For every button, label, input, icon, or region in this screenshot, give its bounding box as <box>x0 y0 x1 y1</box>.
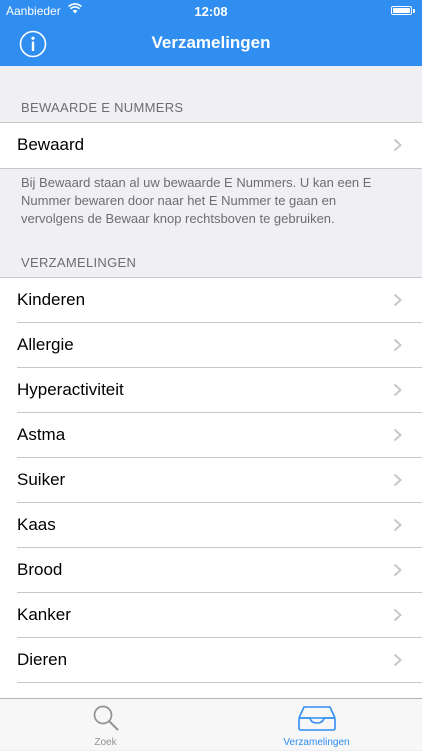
collection-item[interactable]: Kanker <box>0 593 422 638</box>
section-header-saved: BEWAARDE E NUMMERS <box>21 100 184 115</box>
chevron-right-icon <box>393 518 402 532</box>
chevron-right-icon <box>393 473 402 487</box>
collection-item[interactable]: Suiker <box>0 458 422 503</box>
collections-group: Kinderen Allergie Hyperactiviteit Astma Suik… <box>0 277 422 698</box>
chevron-right-icon <box>393 338 402 352</box>
status-time: 12:08 <box>194 4 228 19</box>
chevron-right-icon <box>393 428 402 442</box>
collection-item[interactable]: Vegetariër <box>0 683 422 698</box>
chevron-right-icon <box>393 293 402 307</box>
tab-search[interactable]: Zoek <box>0 699 211 751</box>
navigation-header: Aanbieder 12:08 Verzamelingen <box>0 0 422 66</box>
chevron-right-icon <box>393 563 402 577</box>
saved-group: Bewaard <box>0 122 422 169</box>
collection-item[interactable]: Astma <box>0 413 422 458</box>
chevron-right-icon <box>393 653 402 667</box>
collection-item-label: Kinderen <box>17 290 86 309</box>
collection-item-label: Dieren <box>17 650 68 669</box>
collection-item[interactable]: Kaas <box>0 503 422 548</box>
status-bar: Aanbieder 12:08 <box>0 0 422 22</box>
chevron-right-icon <box>393 608 402 622</box>
collection-item[interactable]: Brood <box>0 548 422 593</box>
page-title: Verzamelingen <box>151 33 271 52</box>
saved-cell-label: Bewaard <box>17 135 85 154</box>
saved-section-footer: Bij Bewaard staan al uw bewaarde E Numme… <box>21 175 372 226</box>
tab-collections-label: Verzamelingen <box>283 737 350 748</box>
inbox-icon <box>297 706 336 731</box>
search-icon <box>93 705 118 731</box>
tab-search-label: Zoek <box>94 737 117 748</box>
battery-icon <box>391 6 415 15</box>
collections-list-view[interactable]: BEWAARDE E NUMMERS Bewaard Bij Bewaard s… <box>0 66 422 698</box>
collection-item[interactable]: Allergie <box>0 323 422 368</box>
tab-bar: Zoek Verzamelingen <box>0 698 422 750</box>
section-header-collections: VERZAMELINGEN <box>21 255 137 270</box>
collection-item-label: Astma <box>17 425 66 444</box>
collection-item-label: Brood <box>17 560 63 579</box>
collection-item-label: Allergie <box>17 335 74 354</box>
collection-item-label: Kaas <box>17 515 56 534</box>
collection-item-label: Hyperactiviteit <box>17 380 124 399</box>
collection-item[interactable]: Hyperactiviteit <box>0 368 422 413</box>
saved-cell[interactable]: Bewaard <box>0 123 422 168</box>
chevron-right-icon <box>393 138 402 152</box>
chevron-right-icon <box>393 383 402 397</box>
collection-item[interactable]: Kinderen <box>0 278 422 323</box>
collection-item[interactable]: Dieren <box>0 638 422 683</box>
collection-item-label: Suiker <box>17 470 66 489</box>
collection-item-label: Kanker <box>17 605 71 624</box>
tab-collections[interactable]: Verzamelingen <box>211 699 422 751</box>
